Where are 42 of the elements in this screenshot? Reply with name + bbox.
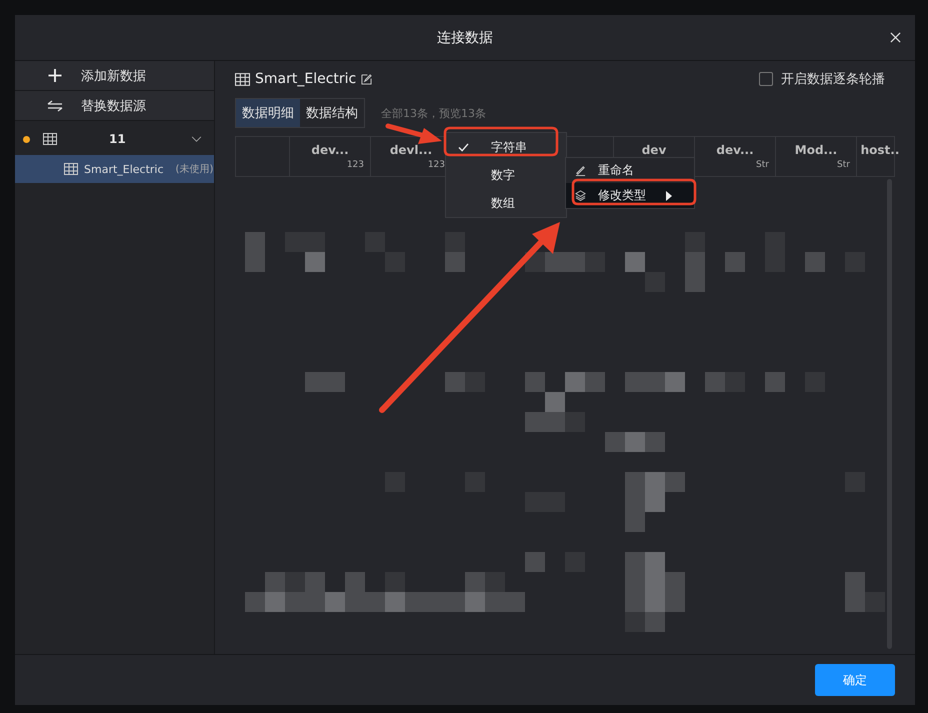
swap-arrows-icon — [47, 100, 63, 112]
sidebar-action[interactable]: 添加新数据 — [15, 61, 214, 91]
dialog-title: 连接数据 — [437, 28, 493, 46]
annotation-arrow — [386, 124, 442, 144]
column-header[interactable]: host.. — [860, 143, 900, 157]
usage-note: (未使用) — [176, 162, 214, 176]
tab[interactable]: 数据明细 — [236, 99, 300, 127]
status-dot — [23, 136, 30, 142]
checkbox[interactable] — [759, 72, 773, 86]
column-header[interactable]: dev... — [716, 143, 754, 157]
type-label: Str — [837, 160, 850, 170]
chevron-icon[interactable] — [191, 136, 202, 142]
check-icon — [458, 142, 469, 152]
record-count: 全部13条，预览13条 — [381, 106, 486, 120]
column-header[interactable]: dev — [642, 143, 666, 157]
table-icon — [43, 133, 57, 145]
group-label: 11 — [109, 132, 126, 146]
close-icon[interactable] — [890, 32, 901, 43]
type-label: Str — [756, 160, 769, 170]
sidebar-action[interactable]: 替换数据源 — [15, 91, 214, 121]
plus-icon — [47, 69, 63, 82]
menu-item[interactable]: 数组 — [446, 189, 566, 217]
type-label: 123 — [428, 160, 445, 170]
table-icon — [235, 72, 250, 86]
dataset-name: Smart_Electric — [84, 162, 164, 176]
type-label: 123 — [346, 160, 364, 170]
menu-item[interactable]: 重命名 — [566, 158, 694, 183]
dataset-title: Smart_Electric — [255, 71, 356, 87]
checkbox-label: 开启数据逐条轮播 — [781, 71, 885, 88]
edit-icon[interactable] — [361, 74, 372, 84]
pencil-icon — [575, 165, 586, 176]
dataset-item[interactable]: Smart_Electric (未使用) — [15, 155, 214, 183]
table-icon — [64, 163, 78, 175]
layers-icon — [575, 190, 586, 201]
column-header[interactable]: devl... — [390, 143, 432, 157]
data-group-row[interactable]: 11 — [15, 123, 214, 155]
tab[interactable]: 数据结构 — [300, 99, 364, 127]
menu-item[interactable]: 字符串 — [446, 133, 566, 161]
menu-item[interactable]: 数字 — [446, 161, 566, 189]
column-header[interactable]: dev... — [311, 143, 349, 157]
submenu-arrow-icon — [666, 190, 672, 200]
column-header[interactable]: Mod... — [794, 143, 838, 157]
